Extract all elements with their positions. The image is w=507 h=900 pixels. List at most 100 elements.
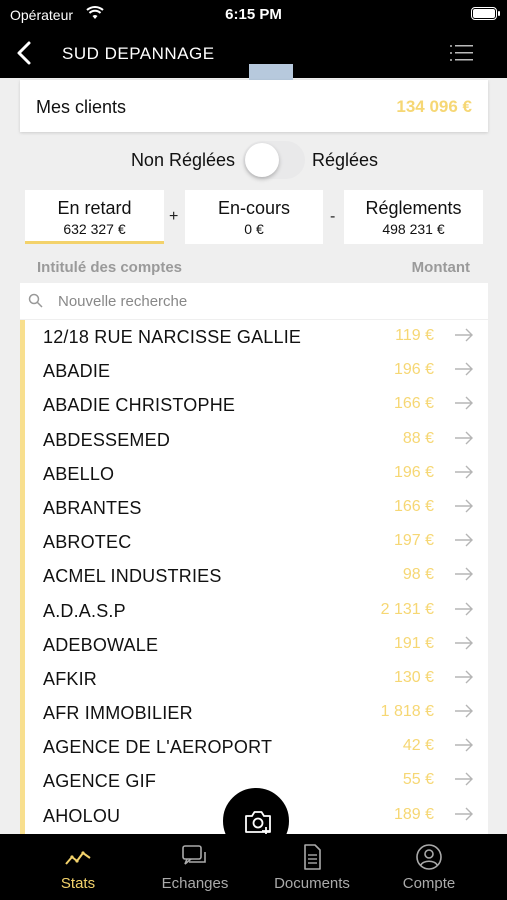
arrow-right-icon[interactable] [454, 704, 474, 718]
account-amount: 191 € [393, 634, 434, 652]
summary-amount: 134 096 € [396, 97, 472, 116]
column-header-name: Intitulé des comptes [37, 259, 183, 276]
account-row[interactable]: 12/18 RUE NARCISSE GALLIE 119 € [25, 320, 488, 354]
account-row[interactable]: ACMEL INDUSTRIES 98 € [25, 559, 488, 593]
account-row[interactable]: AFKIR 130 € [25, 662, 488, 696]
plus-operator: + [169, 208, 179, 225]
toggle-knob [245, 143, 279, 177]
account-amount: 189 € [393, 805, 434, 823]
account-amount: 55 € [402, 771, 434, 789]
battery-icon [471, 7, 497, 20]
arrow-right-icon[interactable] [454, 396, 474, 410]
arrow-right-icon[interactable] [454, 567, 474, 581]
tab-compte[interactable]: Compte [379, 834, 479, 900]
clock: 6:15 PM [225, 6, 282, 23]
accounts-table-header: Intitulé des comptes Montant [0, 258, 507, 280]
account-name: AFR IMMOBILIER [43, 703, 193, 724]
account-row[interactable]: ABROTEC 197 € [25, 525, 488, 559]
account-name: ACMEL INDUSTRIES [43, 566, 222, 587]
account-amount: 197 € [393, 532, 434, 550]
arrow-right-icon[interactable] [454, 772, 474, 786]
account-amount: 119 € [395, 327, 434, 344]
account-amount: 2 131 € [380, 600, 434, 618]
account-amount: 42 € [402, 737, 434, 755]
tab-documents-label: Documents [274, 875, 350, 892]
stat-current[interactable]: En-cours 0 € [185, 190, 323, 244]
paid-toggle-switch[interactable] [243, 141, 305, 179]
account-amount: 196 € [393, 361, 434, 379]
account-name: ABDESSEMED [43, 429, 171, 450]
back-arrow-icon[interactable] [10, 38, 38, 68]
search-bar [20, 283, 488, 319]
camera-plus-icon [245, 811, 271, 835]
accounts-list: 12/18 RUE NARCISSE GALLIE 119 € ABADIE 196 … [20, 320, 488, 834]
account-amount: 196 € [393, 463, 434, 481]
navigation-bar: SUD DEPANNAGE [0, 30, 507, 86]
arrow-right-icon[interactable] [454, 328, 474, 342]
stat-payments-value: 498 231 € [382, 221, 445, 237]
account-row[interactable]: ABRANTES 166 € [25, 491, 488, 525]
tab-stats-label: Stats [60, 875, 96, 892]
tab-echanges-label: Echanges [161, 875, 229, 892]
bottom-tab-bar: Stats Echanges Documents Compte [0, 834, 507, 900]
tab-stats[interactable]: Stats [28, 834, 128, 900]
account-name: A.D.A.S.P [43, 600, 126, 621]
arrow-right-icon[interactable] [454, 636, 474, 650]
stat-late-title: En retard [57, 198, 132, 218]
account-row[interactable]: ABELLO 196 € [25, 457, 488, 491]
page-title: SUD DEPANNAGE [62, 44, 215, 63]
arrow-right-icon[interactable] [454, 499, 474, 513]
arrow-right-icon[interactable] [454, 362, 474, 376]
account-name: ABADIE [43, 361, 111, 382]
account-name: 12/18 RUE NARCISSE GALLIE [43, 327, 302, 347]
column-header-amount: Montant [411, 259, 470, 276]
arrow-right-icon[interactable] [454, 670, 474, 684]
search-icon [28, 293, 43, 308]
arrow-right-icon[interactable] [454, 807, 474, 821]
account-name: ABRANTES [43, 497, 142, 518]
clients-summary-card: Mes clients 134 096 € [20, 80, 488, 132]
account-name: ABELLO [43, 463, 115, 484]
status-bar: Opérateur 6:15 PM [0, 0, 507, 30]
tab-documents[interactable]: Documents [262, 834, 362, 900]
summary-label: Mes clients [36, 97, 127, 117]
account-amount: 166 € [393, 395, 434, 413]
account-amount: 88 € [402, 429, 434, 447]
account-amount: 166 € [393, 497, 434, 515]
stat-late[interactable]: En retard 632 327 € [25, 190, 164, 244]
arrow-right-icon[interactable] [454, 533, 474, 547]
account-row[interactable]: ABDESSEMED 88 € [25, 423, 488, 457]
user-icon [416, 844, 442, 870]
account-name: AGENCE DE L'AEROPORT [43, 737, 273, 758]
chat-icon [182, 845, 206, 865]
minus-operator: - [330, 208, 336, 225]
battery-tip [498, 11, 500, 16]
arrow-right-icon[interactable] [454, 738, 474, 752]
list-menu-icon[interactable] [449, 43, 473, 63]
arrow-right-icon[interactable] [454, 465, 474, 479]
tab-echanges[interactable]: Echanges [145, 834, 245, 900]
account-row[interactable]: ABADIE CHRISTOPHE 166 € [25, 388, 488, 422]
stat-current-title: En-cours [217, 198, 291, 218]
account-name: ABADIE CHRISTOPHE [43, 395, 236, 416]
account-row[interactable]: ADEBOWALE 191 € [25, 628, 488, 662]
paid-label: Réglées [312, 150, 379, 170]
stat-payments[interactable]: Réglements 498 231 € [344, 190, 483, 244]
account-row[interactable]: AFR IMMOBILIER 1 818 € [25, 696, 488, 730]
chart-line-icon [65, 851, 91, 865]
account-name: AHOLOU [43, 805, 121, 826]
arrow-right-icon[interactable] [454, 431, 474, 445]
account-name: AFKIR [43, 668, 98, 689]
account-row[interactable]: A.D.A.S.P 2 131 € [25, 594, 488, 628]
arrow-right-icon[interactable] [454, 602, 474, 616]
tab-compte-label: Compte [402, 875, 456, 892]
search-input[interactable] [58, 290, 458, 312]
account-row[interactable]: ABADIE 196 € [25, 354, 488, 388]
account-name: ABROTEC [43, 532, 132, 553]
account-amount: 130 € [393, 668, 434, 686]
document-icon [304, 844, 321, 870]
stat-current-value: 0 € [244, 221, 264, 237]
stat-payments-title: Réglements [365, 198, 462, 218]
unpaid-label: Non Réglées [130, 150, 235, 170]
account-row[interactable]: AGENCE DE L'AEROPORT 42 € [25, 730, 488, 764]
